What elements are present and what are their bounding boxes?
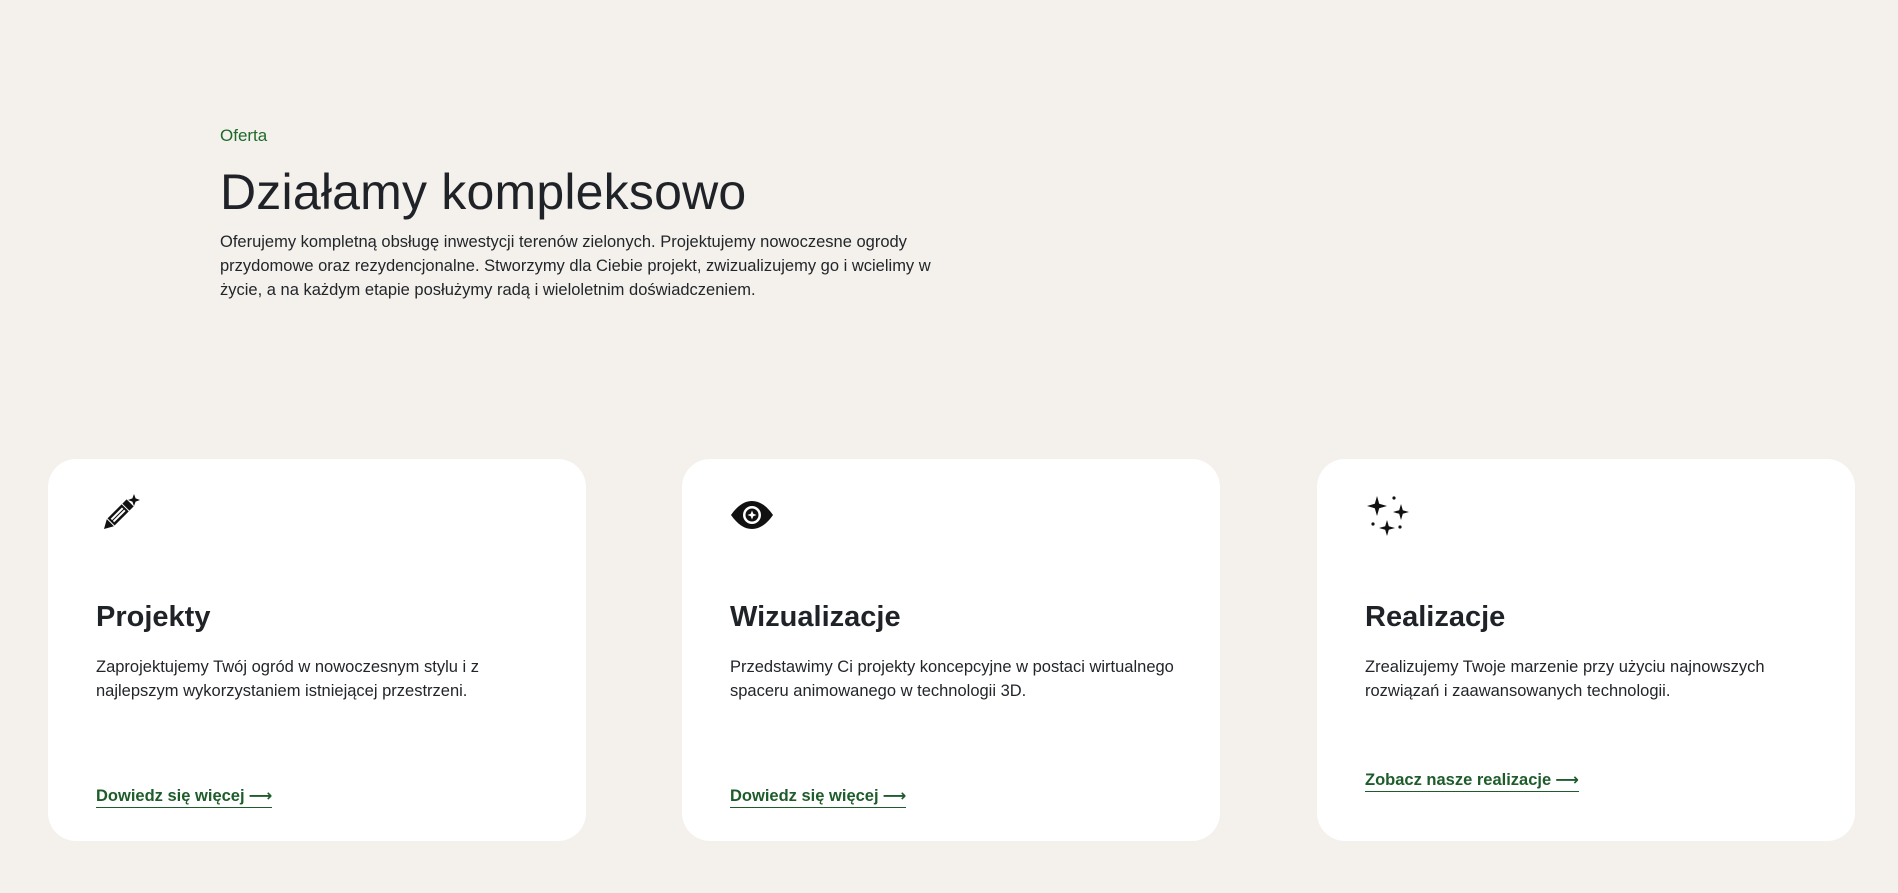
section-lead: Oferujemy kompletną obsługę inwestycji t… xyxy=(220,233,931,299)
learn-more-link[interactable]: Dowiedz się więcej ⟶ xyxy=(96,786,273,808)
link-label: Dowiedz się więcej xyxy=(96,787,245,805)
arrow-right-icon: ⟶ xyxy=(1555,771,1579,789)
card-description: Przedstawimy Ci projekty koncepcyjne w p… xyxy=(730,658,1174,700)
card-title: Realizacje xyxy=(1365,601,1506,633)
offer-card-visualizations: Wizualizacje Przedstawimy Ci projekty ko… xyxy=(682,459,1220,841)
section-eyebrow: Oferta xyxy=(220,126,268,145)
link-label: Zobacz nasze realizacje xyxy=(1365,771,1552,789)
offer-card-realizations: Realizacje Zrealizujemy Twoje marzenie p… xyxy=(1317,459,1855,841)
offer-card-projects: Projekty Zaprojektujemy Twój ogród w now… xyxy=(48,459,586,841)
arrow-right-icon: ⟶ xyxy=(248,787,273,805)
card-title: Projekty xyxy=(96,601,211,633)
pencil-sparkle-icon xyxy=(96,491,144,539)
see-realizations-link[interactable]: Zobacz nasze realizacje ⟶ xyxy=(1365,770,1579,792)
sparkles-icon xyxy=(1365,491,1413,539)
card-title: Wizualizacje xyxy=(730,601,901,633)
offer-intro: Oferta Działamy kompleksowo Oferujemy ko… xyxy=(220,126,960,302)
link-label: Dowiedz się więcej xyxy=(730,787,879,805)
card-description: Zaprojektujemy Twój ogród w nowoczesnym … xyxy=(96,658,480,700)
section-title: Działamy kompleksowo xyxy=(220,164,747,220)
arrow-right-icon: ⟶ xyxy=(882,787,907,805)
learn-more-link[interactable]: Dowiedz się więcej ⟶ xyxy=(730,786,907,808)
card-description: Zrealizujemy Twoje marzenie przy użyciu … xyxy=(1365,658,1765,700)
eye-icon xyxy=(730,491,778,539)
